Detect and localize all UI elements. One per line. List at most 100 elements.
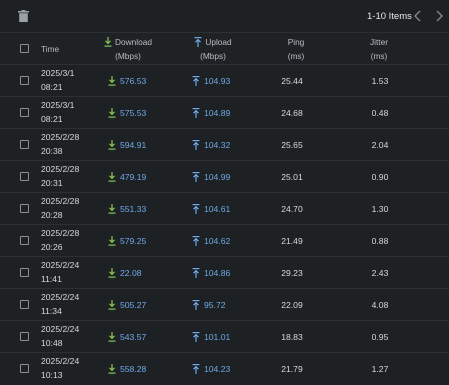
table-header: Time Download (Mbps) Upload (Mbps) Ping … <box>0 32 449 64</box>
trash-icon[interactable] <box>18 10 29 22</box>
row-date: 2025/2/28 <box>41 132 80 142</box>
row-time: 2025/2/28 20:38 <box>41 129 79 160</box>
table-row[interactable]: 2025/2/24 10:13 558.28 104.23 21.79 1.27 <box>0 352 449 384</box>
select-all-checkbox[interactable] <box>20 44 29 53</box>
table-row[interactable]: 2025/2/24 11:41 22.08 104.86 29.23 2.43 <box>0 256 449 288</box>
row-clock: 08:21 <box>41 81 63 92</box>
row-jitter-value: 1.53 <box>371 75 389 86</box>
row-ping: 25.01 <box>262 161 322 192</box>
row-upload-value: 104.32 <box>204 139 231 150</box>
row-date: 2025/2/24 <box>41 260 80 270</box>
row-date: 2025/2/24 <box>41 356 80 366</box>
upload-icon <box>192 139 200 150</box>
row-upload: 104.89 <box>192 97 252 128</box>
row-checkbox[interactable] <box>20 204 29 213</box>
download-icon <box>108 203 116 214</box>
upload-icon <box>192 171 200 182</box>
row-time: 2025/2/24 11:34 <box>41 289 79 320</box>
row-ping: 25.44 <box>262 65 322 96</box>
row-download-value: 505.27 <box>120 299 147 310</box>
table-row[interactable]: 2025/2/28 20:26 579.25 104.62 21.49 0.88 <box>0 224 449 256</box>
download-icon <box>108 235 116 246</box>
row-download-value: 575.53 <box>120 107 147 118</box>
row-clock: 10:48 <box>41 337 63 348</box>
header-jitter[interactable]: Jitter (ms) <box>349 33 409 64</box>
row-upload-value: 104.93 <box>204 75 231 86</box>
row-checkbox[interactable] <box>20 300 29 309</box>
row-jitter: 0.95 <box>350 321 410 352</box>
row-checkbox[interactable] <box>20 332 29 341</box>
row-download-value: 558.28 <box>120 363 147 374</box>
row-clock: 20:28 <box>41 209 63 220</box>
results-table: Time Download (Mbps) Upload (Mbps) Ping … <box>0 32 449 385</box>
row-date: 2025/3/1 <box>41 100 75 110</box>
row-time: 2025/2/24 10:48 <box>41 321 79 352</box>
header-download[interactable]: Download (Mbps) <box>96 33 160 64</box>
row-ping: 21.79 <box>262 353 322 384</box>
row-download: 505.27 <box>108 289 168 320</box>
table-row[interactable]: 2025/3/1 08:21 576.53 104.93 25.44 1.53 <box>0 64 449 96</box>
chevron-right-icon[interactable] <box>433 10 445 22</box>
header-ping[interactable]: Ping (ms) <box>272 33 320 64</box>
row-checkbox[interactable] <box>20 364 29 373</box>
header-upload[interactable]: Upload (Mbps) <box>178 33 248 64</box>
download-icon <box>108 331 116 342</box>
row-jitter: 2.43 <box>350 257 410 288</box>
row-checkbox[interactable] <box>20 268 29 277</box>
chevron-left-icon[interactable] <box>412 10 424 22</box>
row-time: 2025/2/24 10:13 <box>41 353 79 384</box>
row-download: 551.33 <box>108 193 168 224</box>
row-jitter-value: 1.30 <box>371 203 389 214</box>
row-upload: 95.72 <box>192 289 252 320</box>
row-jitter-value: 4.08 <box>371 299 389 310</box>
row-jitter-value: 2.04 <box>371 139 389 150</box>
upload-icon <box>192 235 200 246</box>
table-row[interactable]: 2025/2/28 20:28 551.33 104.61 24.70 1.30 <box>0 192 449 224</box>
header-time-label: Time <box>41 43 60 54</box>
row-checkbox[interactable] <box>20 108 29 117</box>
upload-icon <box>192 267 200 278</box>
row-upload-value: 104.86 <box>204 267 231 278</box>
row-ping: 29.23 <box>262 257 322 288</box>
row-ping-value: 24.70 <box>281 203 303 214</box>
header-jitter-label: Jitter <box>370 36 388 47</box>
table-row[interactable]: 2025/2/28 20:31 479.19 104.99 25.01 0.90 <box>0 160 449 192</box>
row-ping-value: 25.65 <box>281 139 303 150</box>
table-row[interactable]: 2025/2/28 20:38 594.91 104.32 25.65 2.04 <box>0 128 449 160</box>
row-ping-value: 21.49 <box>281 235 303 246</box>
row-upload-value: 104.62 <box>204 235 231 246</box>
row-upload: 104.99 <box>192 161 252 192</box>
row-clock: 10:13 <box>41 369 63 380</box>
row-time: 2025/2/28 20:31 <box>41 161 79 192</box>
row-download-value: 543.57 <box>120 331 147 342</box>
table-row[interactable]: 2025/3/1 08:21 575.53 104.89 24.68 0.48 <box>0 96 449 128</box>
table-row[interactable]: 2025/2/24 10:48 543.57 101.01 18.83 0.95 <box>0 320 449 352</box>
download-icon <box>108 363 116 374</box>
header-time[interactable]: Time <box>41 33 59 64</box>
row-clock: 11:41 <box>41 273 62 284</box>
download-icon <box>108 171 116 182</box>
row-time: 2025/3/1 08:21 <box>41 97 74 128</box>
row-checkbox[interactable] <box>20 236 29 245</box>
row-jitter: 1.30 <box>350 193 410 224</box>
row-download-value: 576.53 <box>120 75 147 86</box>
table-row[interactable]: 2025/2/24 11:34 505.27 95.72 22.09 4.08 <box>0 288 449 320</box>
row-download: 543.57 <box>108 321 168 352</box>
header-ping-unit: (ms) <box>287 50 305 61</box>
row-checkbox[interactable] <box>20 76 29 85</box>
row-upload-value: 104.61 <box>204 203 231 214</box>
row-download: 594.91 <box>108 129 168 160</box>
row-jitter-value: 0.88 <box>371 235 389 246</box>
row-download: 558.28 <box>108 353 168 384</box>
upload-icon <box>192 363 200 374</box>
row-jitter-value: 2.43 <box>371 267 389 278</box>
download-icon <box>108 75 116 86</box>
row-checkbox[interactable] <box>20 140 29 149</box>
header-upload-label: Upload <box>205 36 232 47</box>
pagination-label: 1-10 Items <box>367 11 412 22</box>
row-ping-value: 29.23 <box>281 267 303 278</box>
row-jitter-value: 0.90 <box>371 171 389 182</box>
row-date: 2025/2/28 <box>41 228 80 238</box>
row-checkbox[interactable] <box>20 172 29 181</box>
row-download-value: 579.25 <box>120 235 147 246</box>
